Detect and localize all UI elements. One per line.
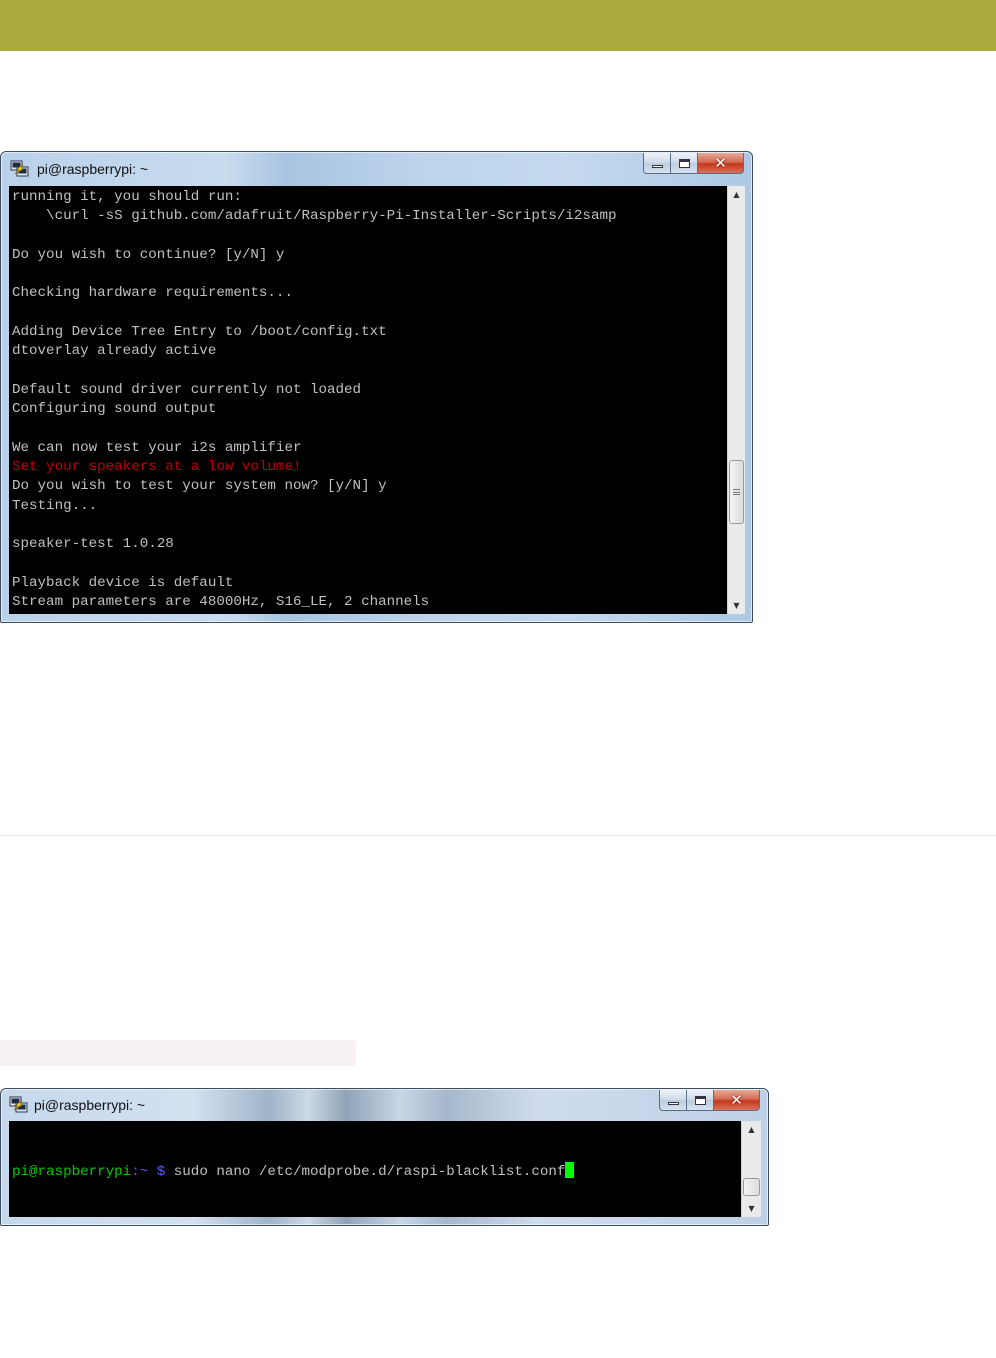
- terminal-line: Playback device is default: [12, 574, 234, 591]
- inline-code-highlight: [0, 1040, 356, 1066]
- terminal-window-2: pi@raspberrypi: ~ ✕ pi@raspberrypi:~ $ s…: [0, 1088, 769, 1226]
- minimize-icon: [667, 1101, 679, 1105]
- minimize-button[interactable]: [659, 1090, 687, 1111]
- section-divider: [0, 835, 996, 836]
- putty-icon: [10, 160, 29, 177]
- caption-buttons: ✕: [643, 153, 744, 174]
- window-title: pi@raspberrypi: ~: [37, 161, 149, 177]
- terminal-line: Testing...: [12, 497, 98, 514]
- terminal-line: Do you wish to continue? [y/N] y: [12, 246, 285, 263]
- scroll-up-icon[interactable]: ▲: [742, 1121, 761, 1138]
- maximize-icon: [694, 1095, 706, 1105]
- close-button[interactable]: ✕: [714, 1090, 760, 1111]
- prompt-symbol: $: [148, 1163, 166, 1180]
- scroll-up-icon[interactable]: ▲: [728, 186, 745, 203]
- minimize-button[interactable]: [643, 153, 671, 174]
- top-banner: [0, 0, 996, 51]
- scroll-thumb[interactable]: [743, 1178, 760, 1196]
- terminal-window-1: pi@raspberrypi: ~ ✕ running it, you shou…: [0, 151, 753, 623]
- terminal-lines: running it, you should run: \curl -sS gi…: [9, 186, 727, 613]
- prompt-user: pi@raspberrypi: [12, 1163, 132, 1180]
- terminal-line: dtoverlay already active: [12, 343, 217, 360]
- terminal-line: Do you wish to test your system now? [y/…: [12, 478, 387, 495]
- terminal-line: Set your speakers at a low volume!: [12, 459, 302, 476]
- terminal-line: Adding Device Tree Entry to /boot/config…: [12, 324, 387, 341]
- terminal-line: We can now test your i2s amplifier: [12, 439, 302, 456]
- terminal-line: \curl -sS github.com/adafruit/Raspberry-…: [12, 208, 617, 225]
- minimize-icon: [651, 164, 663, 168]
- close-icon: ✕: [730, 1090, 743, 1109]
- close-icon: ✕: [714, 153, 727, 172]
- scroll-thumb[interactable]: [729, 460, 744, 524]
- terminal-line: Checking hardware requirements...: [12, 285, 293, 302]
- window-title: pi@raspberrypi: ~: [34, 1097, 146, 1113]
- terminal-line: Configuring sound output: [12, 401, 217, 418]
- vertical-scrollbar[interactable]: ▲ ▼: [727, 186, 745, 614]
- text-cursor: [565, 1161, 575, 1178]
- scroll-down-icon[interactable]: ▼: [742, 1200, 761, 1217]
- maximize-icon: [678, 158, 690, 168]
- terminal-output[interactable]: pi@raspberrypi:~ $ sudo nano /etc/modpro…: [9, 1121, 741, 1217]
- terminal-line: speaker-test 1.0.28: [12, 536, 174, 553]
- terminal-line: running it, you should run:: [12, 189, 242, 205]
- terminal-line: Default sound driver currently not loade…: [12, 381, 362, 398]
- command-text: sudo nano /etc/modprobe.d/raspi-blacklis…: [165, 1163, 566, 1180]
- close-button[interactable]: ✕: [698, 153, 744, 174]
- scroll-down-icon[interactable]: ▼: [728, 597, 745, 614]
- terminal-output[interactable]: running it, you should run: \curl -sS gi…: [9, 186, 727, 614]
- terminal-line: Stream parameters are 48000Hz, S16_LE, 2…: [12, 594, 430, 611]
- maximize-button[interactable]: [687, 1090, 714, 1111]
- caption-buttons: ✕: [659, 1090, 760, 1111]
- terminal-lines: pi@raspberrypi:~ $ sudo nano /etc/modpro…: [9, 1121, 741, 1217]
- vertical-scrollbar[interactable]: ▲ ▼: [741, 1121, 761, 1217]
- title-bar[interactable]: pi@raspberrypi: ~ ✕: [1, 152, 752, 186]
- command-line: pi@raspberrypi:~ $ sudo nano /etc/modpro…: [12, 1161, 741, 1181]
- maximize-button[interactable]: [671, 153, 698, 174]
- prompt-path: :~: [131, 1163, 149, 1180]
- putty-icon: [9, 1096, 28, 1113]
- title-bar[interactable]: pi@raspberrypi: ~ ✕: [1, 1089, 768, 1121]
- grip-icon: [733, 489, 740, 495]
